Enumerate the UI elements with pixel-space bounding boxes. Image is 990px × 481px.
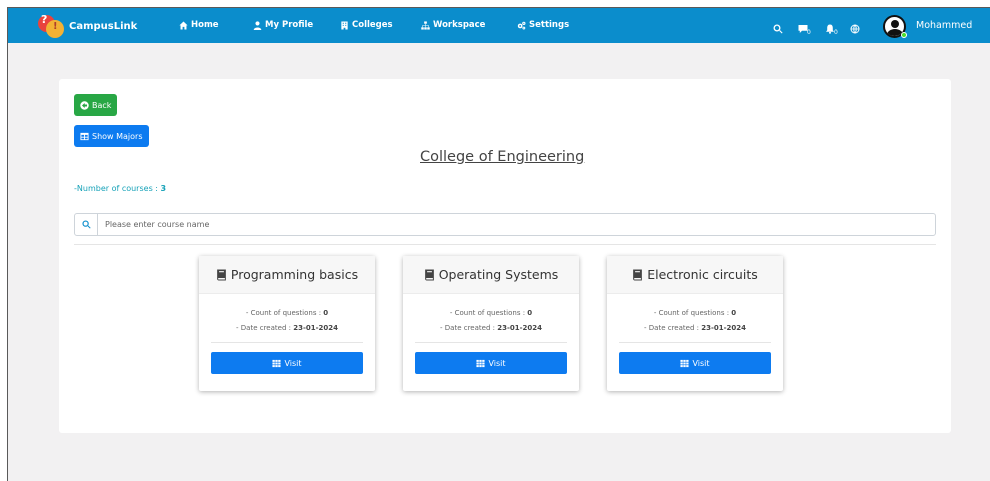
date-created-label: - Date created : — [236, 324, 294, 332]
course-meta: - Count of questions : 0 - Date created … — [199, 306, 375, 336]
grid-icon — [476, 359, 486, 367]
search-icon[interactable] — [773, 19, 785, 34]
course-card-programming-basics: Programming basics - Count of questions … — [199, 256, 375, 391]
visit-button-label: Visit — [284, 358, 302, 368]
course-card-header: Programming basics — [199, 256, 375, 294]
back-button-label: Back — [92, 100, 112, 110]
number-of-courses-value: 3 — [160, 184, 167, 193]
question-count-value: 0 — [323, 309, 329, 317]
number-of-courses: -Number of courses : 3 — [74, 184, 166, 193]
grid-icon — [272, 359, 282, 367]
username[interactable]: Mohammed — [916, 20, 972, 31]
question-count: - Count of questions : 0 — [199, 306, 375, 321]
language-button[interactable] — [850, 19, 862, 34]
book-icon — [633, 269, 643, 280]
number-of-courses-label: -Number of courses : — [74, 184, 161, 193]
book-icon — [217, 269, 226, 280]
course-name: Programming basics — [230, 267, 359, 282]
online-status-dot — [901, 32, 907, 38]
nav-my-profile[interactable]: My Profile — [253, 20, 313, 30]
visit-button-label: Visit — [692, 358, 710, 368]
top-navbar: ?! CampusLink Home My Profile Colleges W… — [8, 8, 990, 43]
show-majors-button[interactable]: Show Majors — [74, 125, 149, 147]
user-icon — [253, 20, 262, 30]
question-count: - Count of questions : 0 — [607, 306, 783, 321]
date-created-value: 23-01-2024 — [497, 324, 542, 332]
question-count-value: 0 — [731, 309, 737, 317]
course-divider — [619, 342, 771, 343]
date-created: - Date created : 23-01-2024 — [403, 321, 579, 336]
book-icon — [424, 269, 434, 280]
gears-icon — [517, 21, 526, 29]
page-title: College of Engineering — [420, 149, 585, 165]
nav-workspace[interactable]: Workspace — [421, 20, 485, 30]
visit-button[interactable]: Visit — [619, 352, 771, 374]
back-button[interactable]: Back — [74, 94, 118, 116]
circle-arrow-left-icon — [80, 100, 89, 110]
notifications-count: 0 — [834, 29, 838, 36]
divider — [74, 244, 936, 245]
course-name: Operating Systems — [438, 267, 559, 282]
home-icon — [179, 20, 188, 30]
date-created-value: 23-01-2024 — [701, 324, 746, 332]
course-name: Electronic circuits — [647, 267, 758, 282]
app-window: ?! CampusLink Home My Profile Colleges W… — [7, 7, 990, 481]
messages-count: 0 — [807, 29, 811, 36]
nav-settings-label: Settings — [529, 20, 570, 30]
date-created: - Date created : 23-01-2024 — [199, 321, 375, 336]
main-card: Back Show Majors College of Engineering … — [59, 79, 951, 433]
building-icon — [341, 20, 348, 30]
course-search — [74, 213, 936, 236]
course-divider — [211, 342, 363, 343]
brand-name: CampusLink — [69, 20, 138, 32]
nav-workspace-label: Workspace — [433, 20, 486, 30]
date-created-label: - Date created : — [440, 324, 498, 332]
table-icon — [80, 132, 89, 140]
nav-settings[interactable]: Settings — [517, 20, 569, 30]
date-created-label: - Date created : — [644, 324, 702, 332]
question-count-value: 0 — [527, 309, 533, 317]
course-card-header: Operating Systems — [403, 256, 579, 294]
date-created-value: 23-01-2024 — [293, 324, 338, 332]
nav-colleges-label: Colleges — [352, 20, 393, 30]
brand[interactable]: ?! CampusLink — [38, 12, 137, 40]
nav-colleges[interactable]: Colleges — [340, 20, 393, 30]
search-icon — [75, 214, 98, 235]
question-count-label: - Count of questions : — [245, 309, 324, 317]
course-card-operating-systems: Operating Systems - Count of questions :… — [403, 256, 579, 391]
question-count-label: - Count of questions : — [653, 309, 732, 317]
nav-home[interactable]: Home — [179, 20, 219, 30]
course-divider — [415, 342, 567, 343]
course-card-header: Electronic circuits — [607, 256, 783, 294]
globe-icon — [850, 24, 860, 34]
question-count: - Count of questions : 0 — [403, 306, 579, 321]
course-search-input[interactable] — [99, 214, 931, 235]
course-meta: - Count of questions : 0 - Date created … — [607, 306, 783, 336]
show-majors-label: Show Majors — [92, 131, 143, 141]
campuslink-logo: ?! — [38, 13, 64, 39]
nav-home-label: Home — [191, 20, 219, 30]
visit-button[interactable]: Visit — [211, 352, 363, 374]
visit-button-label: Visit — [488, 358, 506, 368]
question-count-label: - Count of questions : — [449, 309, 528, 317]
course-meta: - Count of questions : 0 - Date created … — [403, 306, 579, 336]
course-card-electronic-circuits: Electronic circuits - Count of questions… — [607, 256, 783, 391]
visit-button[interactable]: Visit — [415, 352, 567, 374]
nav-my-profile-label: My Profile — [265, 20, 314, 30]
grid-icon — [680, 359, 690, 367]
date-created: - Date created : 23-01-2024 — [607, 321, 783, 336]
sitemap-icon — [421, 20, 430, 30]
